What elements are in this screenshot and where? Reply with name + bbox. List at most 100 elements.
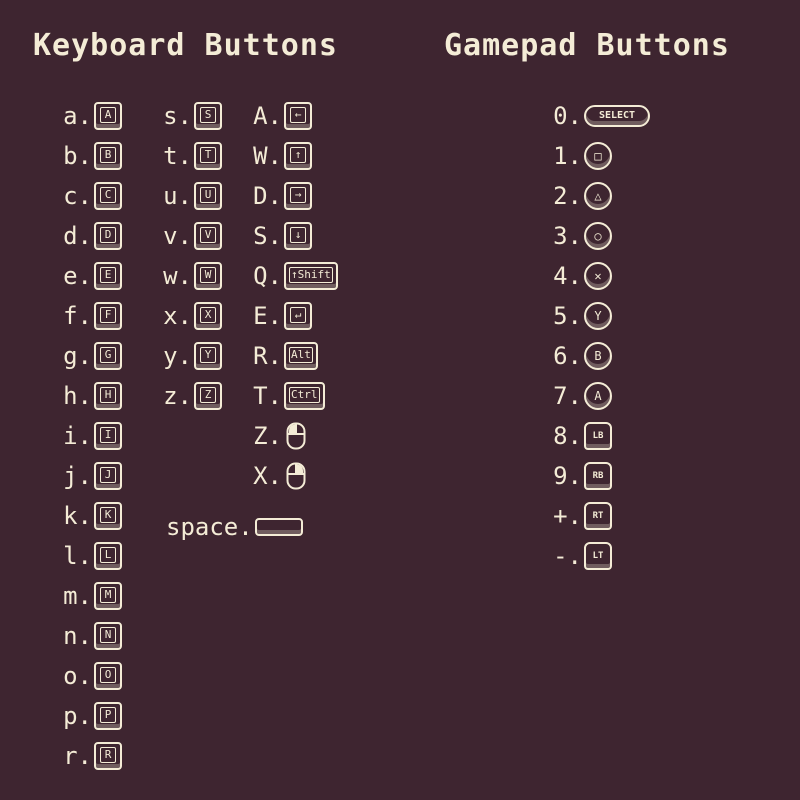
key-glyph: D xyxy=(100,226,116,243)
keyboard-letters-column-2: s. St. Tu. Uv. Vw. Wx. Xy. Yz. Z xyxy=(160,96,222,416)
keybind-row: T. Ctrl xyxy=(250,376,338,416)
gamepad-row: 9. RB xyxy=(548,456,650,496)
key-glyph: Y xyxy=(200,346,216,363)
keybind-row: s. S xyxy=(160,96,222,136)
key-i-icon: I xyxy=(94,422,122,450)
key-t-icon: T xyxy=(194,142,222,170)
keybind-row: g. G xyxy=(60,336,122,376)
keybind-label: l. xyxy=(63,542,92,570)
square-button-icon: □ xyxy=(584,142,612,170)
lt-button-icon: LT xyxy=(584,542,612,570)
key-glyph: N xyxy=(100,626,116,643)
keybind-label: k. xyxy=(63,502,92,530)
key-g-icon: G xyxy=(94,342,122,370)
gamepad-label: 1. xyxy=(553,142,582,170)
triangle-button-icon: △ xyxy=(584,182,612,210)
gamepad-label: 5. xyxy=(553,302,582,330)
gamepad-row: 6. B xyxy=(548,336,650,376)
keybind-label: Q. xyxy=(253,262,282,290)
key-glyph: S xyxy=(200,106,216,123)
rb-button-icon: RB xyxy=(584,462,612,490)
keybind-label: j. xyxy=(63,462,92,490)
key-glyph: ↑Shift xyxy=(289,266,333,283)
key-glyph: M xyxy=(100,586,116,603)
arrow-up-key-icon: ↑ xyxy=(284,142,312,170)
key-glyph: I xyxy=(100,426,116,443)
keybind-row: a. A xyxy=(60,96,122,136)
ctrl-key-icon: Ctrl xyxy=(284,382,325,410)
keybind-label: t. xyxy=(163,142,192,170)
alt-key-icon: Alt xyxy=(284,342,318,370)
keybind-row: X. xyxy=(250,456,338,496)
gamepad-row: 7. A xyxy=(548,376,650,416)
key-u-icon: U xyxy=(194,182,222,210)
keybind-row: r. R xyxy=(60,736,122,776)
key-glyph: K xyxy=(100,506,116,523)
key-b-icon: B xyxy=(94,142,122,170)
keybind-row: Q. ↑Shift xyxy=(250,256,338,296)
key-glyph: G xyxy=(100,346,116,363)
key-glyph: A xyxy=(100,106,116,123)
keybind-row: j. J xyxy=(60,456,122,496)
keybind-label: R. xyxy=(253,342,282,370)
gamepad-label: 6. xyxy=(553,342,582,370)
keybind-label: o. xyxy=(63,662,92,690)
keybind-row: l. L xyxy=(60,536,122,576)
keybind-row: h. H xyxy=(60,376,122,416)
key-r-icon: R xyxy=(94,742,122,770)
key-j-icon: J xyxy=(94,462,122,490)
keybind-row: o. O xyxy=(60,656,122,696)
key-h-icon: H xyxy=(94,382,122,410)
key-n-icon: N xyxy=(94,622,122,650)
mouse-left-click-icon xyxy=(286,422,306,450)
keybind-row: m. M xyxy=(60,576,122,616)
key-a-icon: A xyxy=(94,102,122,130)
keybind-label: Z. xyxy=(253,422,282,450)
key-e-icon: E xyxy=(94,262,122,290)
keybind-label: T. xyxy=(253,382,282,410)
a-button-icon: A xyxy=(584,382,612,410)
gamepad-row: 8. LB xyxy=(548,416,650,456)
spacebar-row: space. xyxy=(166,510,303,544)
keybind-row: n. N xyxy=(60,616,122,656)
keybind-row: v. V xyxy=(160,216,222,256)
keybind-label: b. xyxy=(63,142,92,170)
keybind-row: k. K xyxy=(60,496,122,536)
keybind-row: w. W xyxy=(160,256,222,296)
key-glyph: W xyxy=(200,266,216,283)
keybind-label: s. xyxy=(163,102,192,130)
keybind-row: t. T xyxy=(160,136,222,176)
keybind-label: S. xyxy=(253,222,282,250)
key-glyph: R xyxy=(100,746,116,763)
rt-button-icon: RT xyxy=(584,502,612,530)
keybind-label: X. xyxy=(253,462,282,490)
key-m-icon: M xyxy=(94,582,122,610)
gamepad-label: 2. xyxy=(553,182,582,210)
gamepad-row: -. LT xyxy=(548,536,650,576)
key-f-icon: F xyxy=(94,302,122,330)
arrow-down-key-icon: ↓ xyxy=(284,222,312,250)
gamepad-label: -. xyxy=(553,542,582,570)
keybind-row: d. D xyxy=(60,216,122,256)
keybind-label: x. xyxy=(163,302,192,330)
gamepad-row: 2. △ xyxy=(548,176,650,216)
key-glyph: J xyxy=(100,466,116,483)
keybind-label: z. xyxy=(163,382,192,410)
gamepad-row: +. RT xyxy=(548,496,650,536)
gamepad-label: 4. xyxy=(553,262,582,290)
shift-key-icon: ↑Shift xyxy=(284,262,338,290)
keybind-row: z. Z xyxy=(160,376,222,416)
key-glyph: H xyxy=(100,386,116,403)
keybind-label: g. xyxy=(63,342,92,370)
keybind-row: D. → xyxy=(250,176,338,216)
key-glyph: Z xyxy=(200,386,216,403)
key-glyph: U xyxy=(200,186,216,203)
keybind-row: W. ↑ xyxy=(250,136,338,176)
key-s-icon: S xyxy=(194,102,222,130)
key-glyph: E xyxy=(100,266,116,283)
gamepad-row: 4. ✕ xyxy=(548,256,650,296)
keybind-row: i. I xyxy=(60,416,122,456)
keybind-label: v. xyxy=(163,222,192,250)
keybind-row: p. P xyxy=(60,696,122,736)
key-glyph: ↵ xyxy=(290,306,306,323)
